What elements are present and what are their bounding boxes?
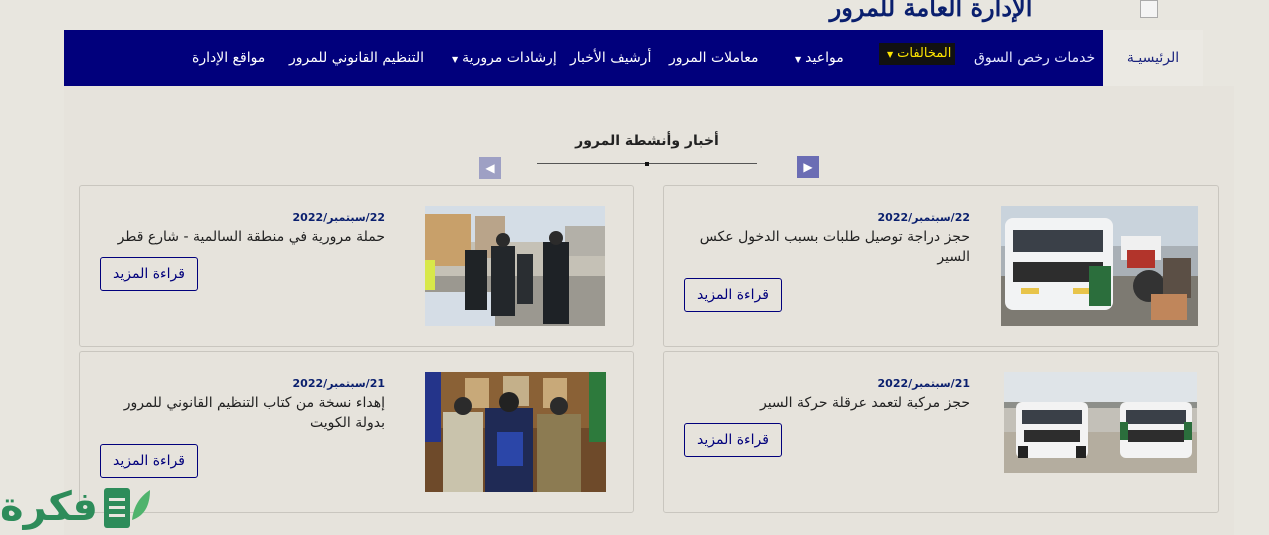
section-title: أخبار وأنشطة المرور xyxy=(575,133,719,149)
officers-book-handover-photo xyxy=(425,372,606,492)
news-headline[interactable]: حملة مرورية في منطقة السالمية - شارع قطر xyxy=(95,227,385,247)
chevron-right-icon: ▶ xyxy=(803,160,813,174)
main-navbar: الرئيسيـة خدمات رخص السوق المخالفات▼ موا… xyxy=(64,30,1203,86)
news-date: 22/سبتمبر/2022 xyxy=(877,211,970,224)
traffic-officers-campaign-photo xyxy=(425,206,605,326)
watermark-text: فكرة xyxy=(0,484,98,530)
nav-traffic-guidance-label: إرشادات مرورية xyxy=(462,50,557,66)
nav-traffic-guidance[interactable]: إرشادات مرورية▼ xyxy=(448,30,557,86)
news-card: 22/سبتمبر/2022 حجز دراجة توصيل طلبات بسب… xyxy=(663,185,1219,347)
news-date: 21/سبتمبر/2022 xyxy=(877,377,970,390)
carousel-prev-button[interactable]: ◀ xyxy=(479,157,501,179)
caret-down-icon: ▼ xyxy=(795,55,802,64)
nav-violations[interactable]: المخالفات▼ xyxy=(879,43,956,65)
watermark-logo: فكرة xyxy=(0,478,152,535)
carousel-next-button[interactable]: ▶ xyxy=(797,156,819,178)
broken-logo-image[interactable] xyxy=(1140,0,1158,18)
two-police-suvs-photo xyxy=(1004,372,1197,473)
section-divider-dot xyxy=(645,162,649,166)
nav-news-archive[interactable]: أرشيف الأخبار xyxy=(570,30,651,86)
nav-legal-regulation[interactable]: التنظيم القانوني للمرور xyxy=(289,30,424,86)
read-more-button[interactable]: قراءة المزيد xyxy=(684,278,782,312)
read-more-button[interactable]: قراءة المزيد xyxy=(100,444,198,478)
read-more-button[interactable]: قراءة المزيد xyxy=(684,423,782,457)
book-leaf-icon xyxy=(104,488,150,528)
site-title: الإدارة العامة للمرور xyxy=(829,0,1033,22)
caret-down-icon: ▼ xyxy=(452,55,459,64)
nav-traffic-transactions[interactable]: معاملات المرور xyxy=(669,30,759,86)
nav-home[interactable]: الرئيسيـة xyxy=(1103,30,1203,86)
chevron-left-icon: ◀ xyxy=(485,161,495,175)
news-card: 21/سبتمبر/2022 حجز مركبة لتعمد عرقلة حرك… xyxy=(663,351,1219,513)
news-headline[interactable]: إهداء نسخة من كتاب التنظيم القانوني للمر… xyxy=(95,393,385,433)
news-image[interactable] xyxy=(1001,206,1198,326)
nav-department-sites[interactable]: مواقع الإدارة xyxy=(192,30,265,86)
news-image[interactable] xyxy=(1004,372,1197,473)
news-date: 21/سبتمبر/2022 xyxy=(292,377,385,390)
police-vehicle-motorbike-photo xyxy=(1001,206,1198,326)
news-image[interactable] xyxy=(425,372,606,492)
news-image[interactable] xyxy=(425,206,605,326)
caret-down-icon: ▼ xyxy=(887,50,894,59)
nav-violations-label: المخالفات xyxy=(897,46,952,61)
nav-appointments-label: مواعيد xyxy=(805,50,844,66)
nav-appointments[interactable]: مواعيد▼ xyxy=(791,30,844,86)
nav-market-licenses[interactable]: خدمات رخص السوق xyxy=(974,30,1095,86)
news-card: 22/سبتمبر/2022 حملة مرورية في منطقة السا… xyxy=(79,185,634,347)
read-more-button[interactable]: قراءة المزيد xyxy=(100,257,198,291)
news-card: 21/سبتمبر/2022 إهداء نسخة من كتاب التنظي… xyxy=(79,351,634,513)
news-headline[interactable]: حجز مركبة لتعمد عرقلة حركة السير xyxy=(690,393,970,413)
news-headline[interactable]: حجز دراجة توصيل طلبات بسبب الدخول عكس ال… xyxy=(690,227,970,267)
news-date: 22/سبتمبر/2022 xyxy=(292,211,385,224)
